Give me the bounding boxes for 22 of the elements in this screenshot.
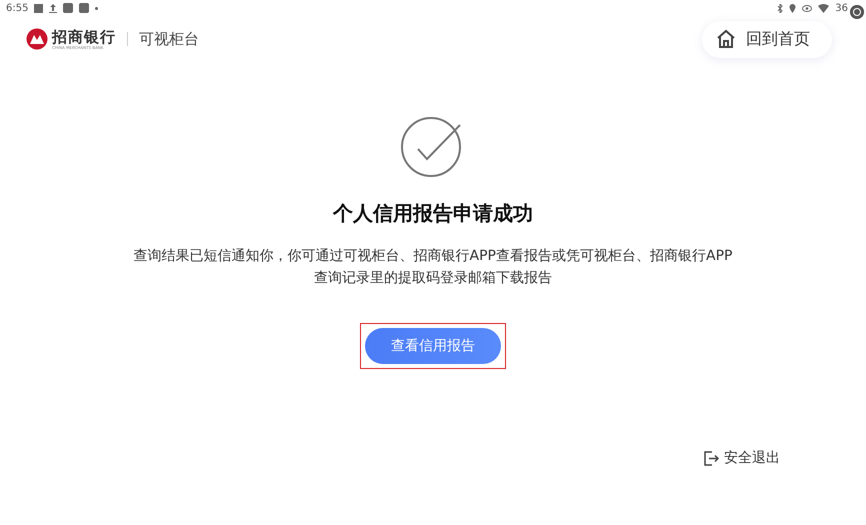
home-icon	[716, 29, 736, 49]
location-icon	[789, 4, 796, 12]
view-report-button[interactable]: 查看信用报告	[365, 328, 501, 364]
clock-time: 6:55	[6, 2, 28, 14]
floating-button-icon[interactable]	[850, 5, 864, 19]
bluetooth-icon	[777, 4, 784, 12]
battery-level: 36	[835, 2, 848, 14]
bank-name: 招商银行	[52, 28, 116, 44]
result-message: 查询结果已短信通知你，你可通过可视柜台、招商银行APP查看报告或凭可视柜台、招商银行APP查询记录里的提取码登录邮箱下载报告	[132, 247, 734, 288]
wifi-icon	[818, 4, 830, 12]
bank-logo-icon	[26, 28, 48, 50]
app-icon	[63, 3, 74, 13]
logout-icon	[704, 450, 719, 466]
service-title: 可视柜台	[139, 30, 199, 48]
app-icon	[79, 3, 90, 13]
exit-link[interactable]: 安全退出	[704, 449, 780, 467]
result-title: 个人信用报告申请成功	[333, 200, 533, 227]
image-icon	[34, 4, 44, 12]
upload-icon	[49, 4, 58, 12]
eye-icon	[802, 4, 812, 12]
home-button[interactable]: 回到首页	[702, 20, 832, 58]
dot-icon	[95, 6, 98, 10]
